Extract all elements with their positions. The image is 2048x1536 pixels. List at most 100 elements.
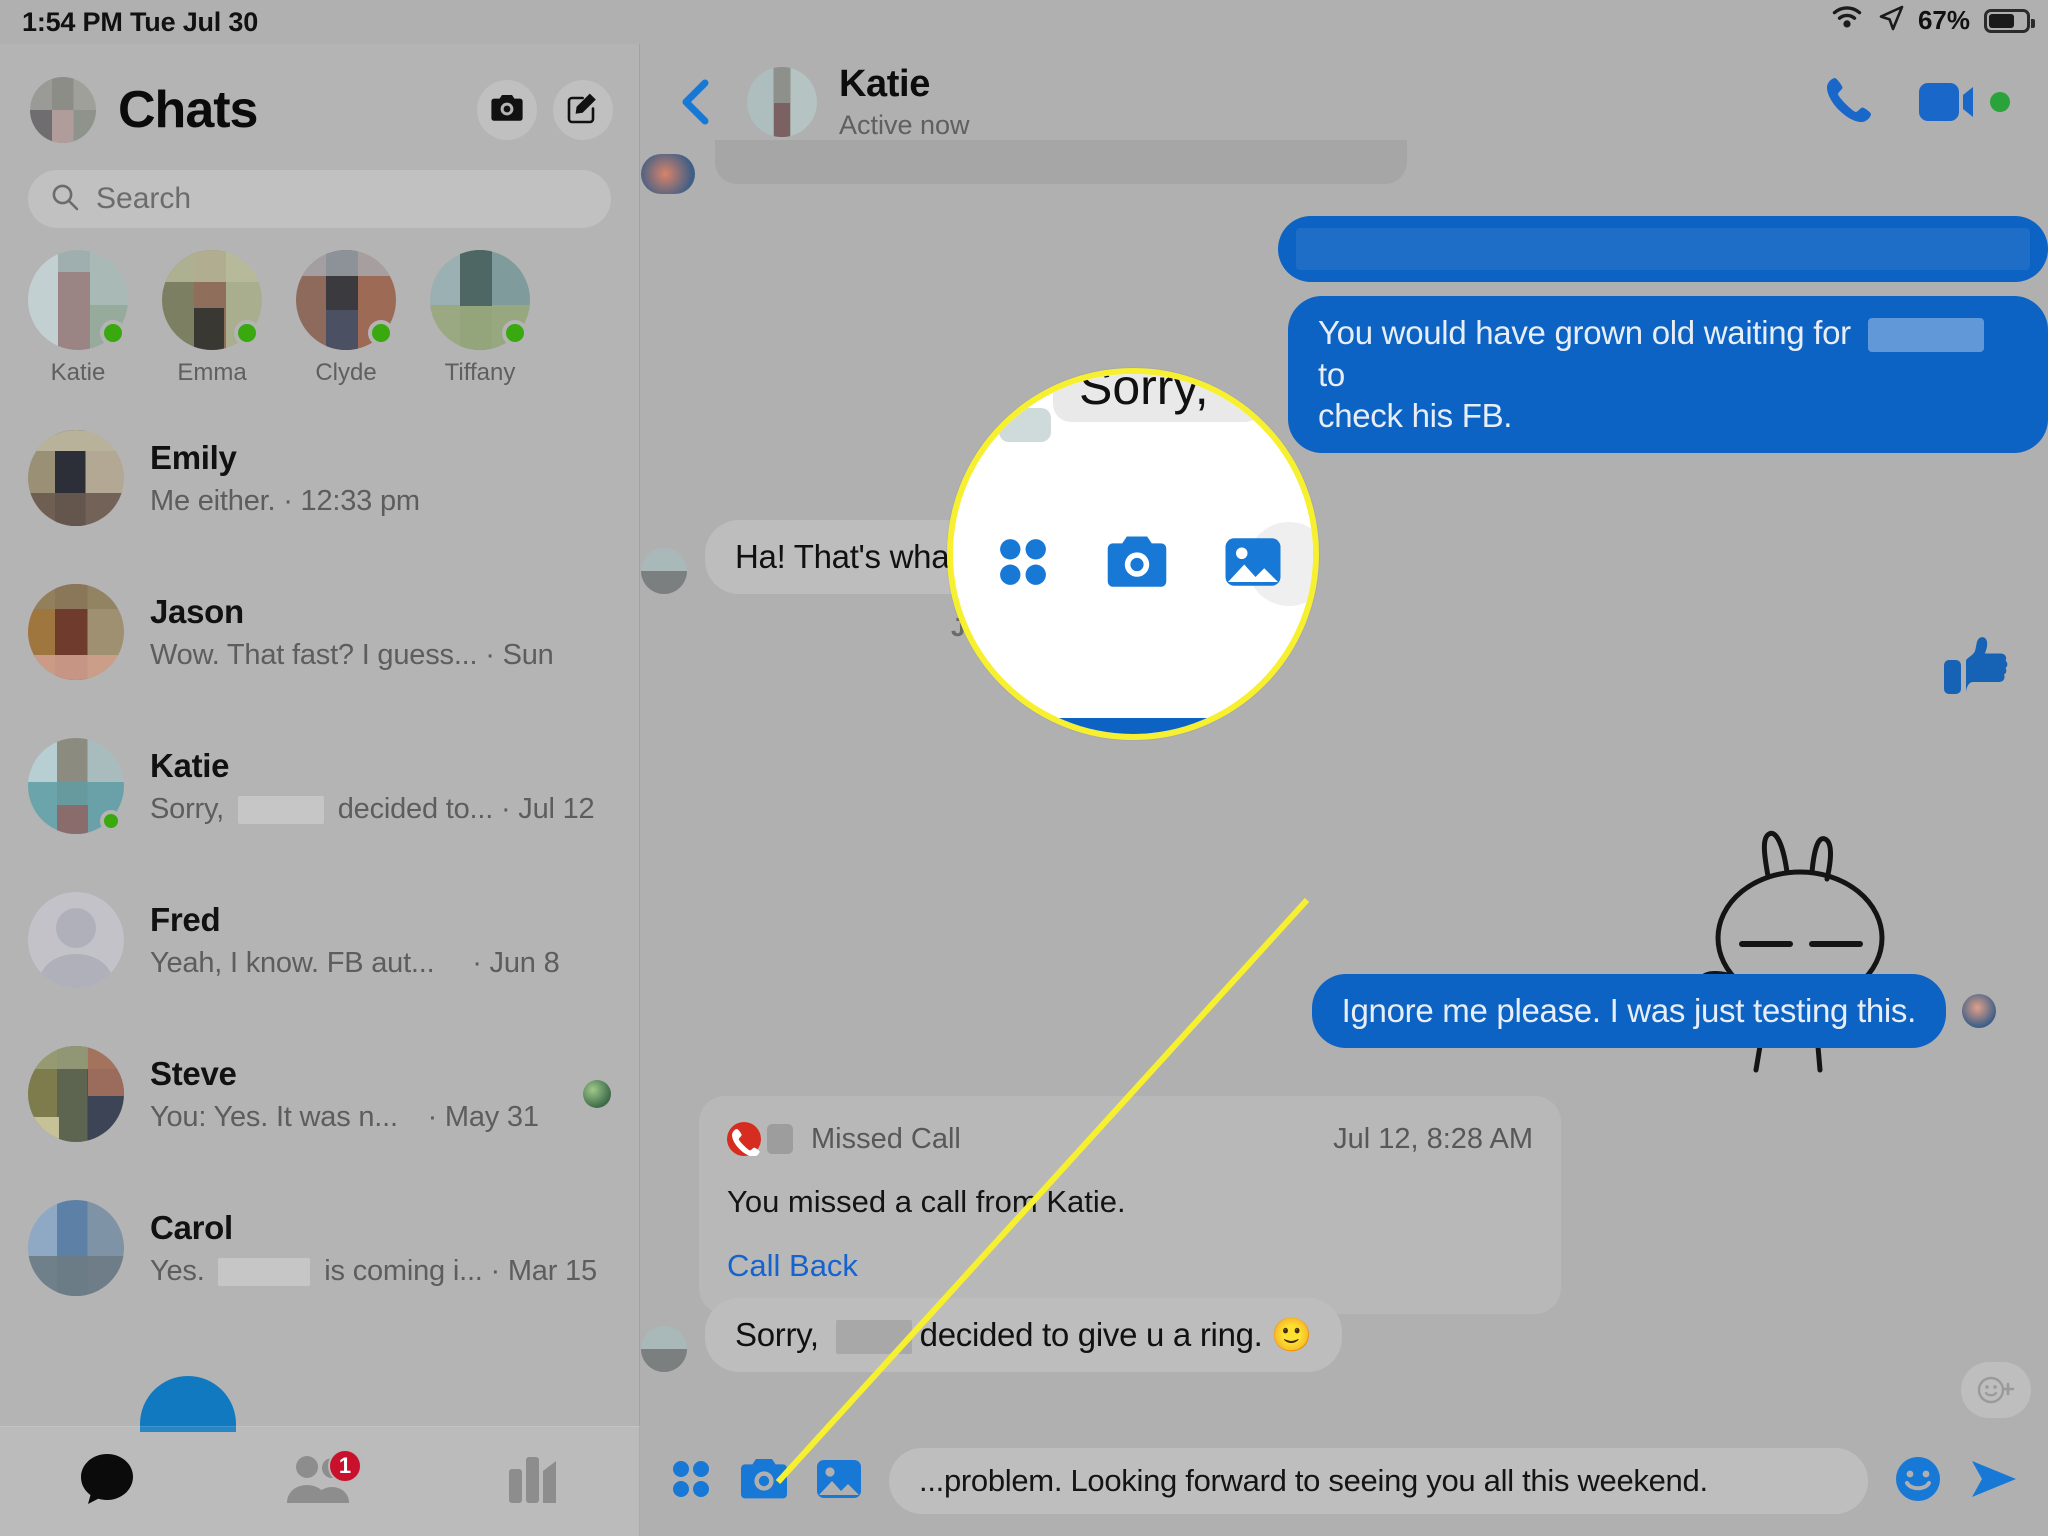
- photo-gallery-icon[interactable]: [815, 1457, 863, 1506]
- call-back-link[interactable]: Call Back: [727, 1248, 1533, 1284]
- send-arrow-icon[interactable]: [1968, 1457, 2020, 1506]
- sidebar-item-chats[interactable]: [47, 1447, 167, 1517]
- status-bar-time: 1:54 PM: [22, 7, 123, 37]
- wifi-icon: [1830, 5, 1864, 36]
- chat-list-item[interactable]: Carol Yes. is coming i... · Mar 15: [0, 1171, 639, 1325]
- status-bar-right: 67%: [1830, 4, 2035, 37]
- sidebar-item-people[interactable]: 1: [260, 1447, 380, 1517]
- story-avatar: [296, 250, 396, 350]
- snippet-before: Wow. That fast? I guess... · Sun: [150, 638, 554, 671]
- missed-call-card[interactable]: Missed Call Jul 12, 8:28 AM You missed a…: [699, 1096, 1561, 1314]
- page-title: Chats: [118, 81, 258, 139]
- back-button[interactable]: [671, 75, 725, 129]
- emoji-smiley-icon[interactable]: [1894, 1455, 1942, 1508]
- avatar: [28, 738, 124, 834]
- snippet-before: Sorry,: [150, 792, 224, 825]
- message-row[interactable]: You would have grown old waiting for to …: [1288, 296, 2048, 453]
- chat-item-text: Katie Sorry, decided to... · Jul 12: [150, 747, 611, 826]
- story-item[interactable]: Katie: [26, 250, 130, 387]
- chat-list-item[interactable]: Katie Sorry, decided to... · Jul 12: [0, 709, 639, 863]
- video-active-dot: [1990, 92, 2010, 112]
- snippet-before: Yeah, I know. FB aut...: [150, 946, 435, 979]
- story-item[interactable]: Clyde: [294, 250, 398, 387]
- message-text-part-b: decided to give u a ring.: [919, 1316, 1263, 1353]
- chat-list-item[interactable]: Fred Yeah, I know. FB aut... · Jun 8: [0, 863, 639, 1017]
- message-text-part-b: to: [1318, 355, 1345, 393]
- chat-list: Emily Me either. · 12:33 pm Jason Wow. T…: [0, 401, 639, 1325]
- chat-item-name: Steve: [150, 1054, 237, 1092]
- message-bubble-outgoing[interactable]: You would have grown old waiting for to …: [1288, 296, 2048, 453]
- thumbs-up-sticker[interactable]: [1940, 630, 2012, 707]
- bar-chart-icon: [505, 1453, 561, 1510]
- avatar: [28, 1200, 124, 1296]
- sidebar-item-discover[interactable]: [473, 1447, 593, 1517]
- people-badge: 1: [327, 1448, 362, 1483]
- story-item[interactable]: Emma: [160, 250, 264, 387]
- message-row[interactable]: Sorry, decided to give u a ring. 🙂: [641, 1298, 1343, 1372]
- snippet-after: · May 31: [427, 1100, 539, 1133]
- status-bar: 1:54 PM Tue Jul 30 67%: [0, 0, 2048, 44]
- chat-item-text: Emily Me either. · 12:33 pm: [150, 439, 611, 518]
- search-input[interactable]: Search: [28, 170, 611, 228]
- chat-list-item[interactable]: Steve You: Yes. It was n... · May 31: [0, 1017, 639, 1171]
- magnified-icon-row: [953, 534, 1313, 595]
- redacted-name: [218, 1257, 311, 1286]
- camera-icon[interactable]: [1105, 534, 1169, 595]
- search-icon: [50, 182, 80, 217]
- app-root: 1:54 PM Tue Jul 30 67% Chats Search Kati…: [0, 0, 2048, 1536]
- chat-item-snippet: Yeah, I know. FB aut... · Jun 8: [150, 947, 611, 980]
- missed-call-body: You missed a call from Katie.: [727, 1184, 1126, 1219]
- partial-avatar-peek: [140, 1376, 236, 1432]
- message-text-part-a: You would have grown old waiting for: [1318, 314, 1851, 351]
- video-camera-icon[interactable]: [1918, 80, 2010, 124]
- snippet-before: You: Yes. It was n...: [150, 1100, 398, 1133]
- message-text-part-a: Sorry,: [735, 1316, 819, 1353]
- camera-icon[interactable]: [739, 1457, 789, 1506]
- message-bubble-incoming[interactable]: Sorry, decided to give u a ring. 🙂: [705, 1298, 1343, 1372]
- online-dot: [368, 320, 394, 346]
- magnified-text: Sorry,: [1079, 368, 1209, 415]
- redacted-avatar: [767, 1124, 793, 1154]
- online-dot: [100, 320, 126, 346]
- story-label: Clyde: [315, 359, 377, 386]
- status-bar-date: Tue Jul 30: [130, 7, 259, 37]
- conversation-avatar[interactable]: [747, 67, 817, 137]
- conversation-pane: Katie Active now You would have grown ol…: [641, 44, 2048, 1536]
- location-arrow-icon: [1878, 4, 1904, 37]
- photo-gallery-icon[interactable]: [1223, 534, 1283, 595]
- four-dots-icon[interactable]: [669, 1457, 713, 1506]
- message-bubble-outgoing[interactable]: [1278, 216, 2048, 282]
- battery-icon: [1984, 8, 2035, 33]
- sidebar-header-actions: [477, 80, 613, 140]
- message-text-part-c: check his FB.: [1318, 397, 1513, 435]
- story-label: Katie: [50, 359, 106, 386]
- chat-item-snippet: Wow. That fast? I guess... · Sun: [150, 639, 611, 672]
- snippet-after: is coming i... · Mar 15: [324, 1254, 597, 1287]
- story-label: Emma: [177, 359, 247, 386]
- compose-icon: [566, 91, 600, 130]
- message-bubble-outgoing[interactable]: Ignore me please. I was just testing thi…: [1311, 974, 1946, 1048]
- chat-item-name: Fred: [150, 900, 221, 938]
- chat-list-item[interactable]: Emily Me either. · 12:33 pm: [0, 401, 639, 555]
- phone-icon[interactable]: [1822, 73, 1876, 132]
- seen-receipt-avatar: [583, 1080, 611, 1108]
- sidebar-tab-bar: 1: [0, 1426, 640, 1536]
- add-reaction-button[interactable]: [1961, 1362, 2031, 1418]
- conversation-status: Active now: [839, 110, 970, 140]
- my-profile-avatar[interactable]: [30, 77, 96, 143]
- camera-button[interactable]: [477, 80, 537, 140]
- message-input[interactable]: ...problem. Looking forward to seeing yo…: [889, 1448, 1868, 1514]
- snippet-after: · Jun 8: [472, 946, 560, 979]
- redacted-name: [237, 795, 324, 824]
- message-input-value: ...problem. Looking forward to seeing yo…: [919, 1463, 1708, 1498]
- four-dots-icon[interactable]: [995, 534, 1051, 595]
- chat-item-text: Carol Yes. is coming i... · Mar 15: [150, 1209, 611, 1288]
- message-composer: ...problem. Looking forward to seeing yo…: [641, 1426, 2048, 1536]
- message-row[interactable]: [1278, 216, 2048, 282]
- chat-list-item[interactable]: Jason Wow. That fast? I guess... · Sun: [0, 555, 639, 709]
- message-row[interactable]: Ignore me please. I was just testing thi…: [1311, 974, 1996, 1048]
- story-item[interactable]: Tiffany: [428, 250, 532, 387]
- compose-button[interactable]: [553, 80, 613, 140]
- chat-item-text: Fred Yeah, I know. FB aut... · Jun 8: [150, 901, 611, 980]
- chat-item-name: Emily: [150, 438, 237, 476]
